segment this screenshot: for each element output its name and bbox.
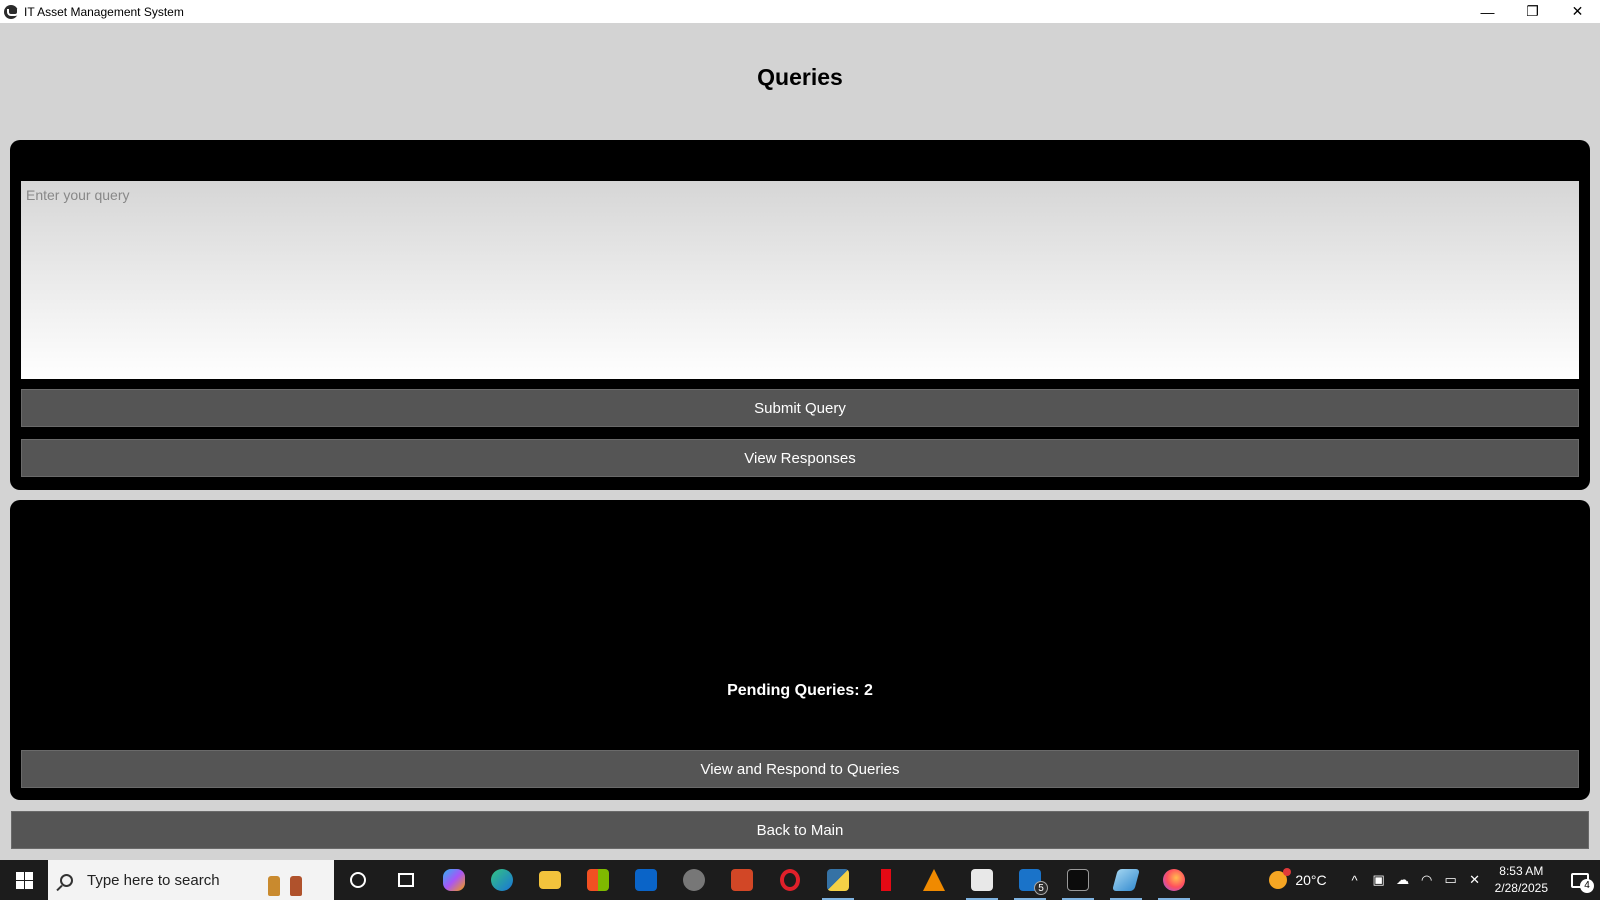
battery-icon[interactable]: ▭: [1439, 872, 1463, 888]
vlc-icon[interactable]: [910, 860, 958, 900]
back-to-main-button[interactable]: Back to Main: [11, 811, 1589, 849]
close-button[interactable]: ✕: [1555, 0, 1600, 23]
wifi-icon[interactable]: ◠: [1415, 872, 1439, 888]
page-title: Queries: [757, 64, 843, 90]
powerpoint-icon[interactable]: [718, 860, 766, 900]
maximize-button[interactable]: ❐: [1510, 0, 1555, 23]
cloud-icon[interactable]: ☁: [1391, 872, 1415, 888]
terminal-icon[interactable]: [1054, 860, 1102, 900]
mail-badge: 5: [1034, 881, 1048, 895]
opera-icon[interactable]: [766, 860, 814, 900]
cortana-icon[interactable]: [334, 860, 382, 900]
task-view-icon[interactable]: [382, 860, 430, 900]
netflix-icon[interactable]: [862, 860, 910, 900]
window-controls: — ❐ ✕: [1465, 0, 1600, 23]
edge-icon[interactable]: [478, 860, 526, 900]
volume-muted-icon[interactable]: ✕: [1463, 872, 1487, 888]
file-explorer-icon[interactable]: [526, 860, 574, 900]
clock-time: 8:53 AM: [1499, 864, 1544, 878]
clock-date: 2/28/2025: [1494, 881, 1548, 895]
pending-queries-panel: Pending Queries: 2 View and Respond to Q…: [10, 500, 1590, 800]
app-icon[interactable]: [670, 860, 718, 900]
query-panel: Submit Query View Responses: [10, 140, 1590, 490]
windows-logo-icon: [15, 871, 33, 889]
weather-temperature: 20°C: [1295, 872, 1327, 888]
weather-widget[interactable]: 20°C: [1269, 868, 1327, 889]
system-tray: 20°C ^ ▣ ☁ ◠ ▭ ✕ 8:53 AM 2/28/2025 4: [1269, 860, 1600, 900]
app2-icon[interactable]: [1102, 860, 1150, 900]
mail-icon[interactable]: 5: [1006, 860, 1054, 900]
window-title: IT Asset Management System: [24, 4, 184, 19]
notification-center-button[interactable]: 4: [1560, 860, 1600, 900]
search-placeholder: Type here to search: [87, 871, 220, 889]
store-icon[interactable]: [574, 860, 622, 900]
notification-count: 4: [1580, 879, 1594, 893]
start-button[interactable]: [0, 860, 48, 900]
taskbar-search[interactable]: Type here to search: [48, 860, 334, 900]
firefox-icon[interactable]: [1150, 860, 1198, 900]
search-icon: [60, 873, 73, 887]
taskbar: Type here to search 5 20°C ^ ▣ ☁ ◠ ▭ ✕ 8…: [0, 860, 1600, 900]
meet-icon[interactable]: ▣: [1367, 872, 1391, 888]
query-input[interactable]: [21, 181, 1579, 379]
view-responses-button[interactable]: View Responses: [21, 439, 1579, 477]
window-titlebar: IT Asset Management System — ❐ ✕: [0, 0, 1600, 23]
app-logo-icon: [4, 4, 19, 19]
clock[interactable]: 8:53 AM 2/28/2025: [1495, 863, 1548, 897]
lanterns-icon: [248, 870, 318, 900]
chevron-up-icon[interactable]: ^: [1343, 873, 1367, 888]
outlook-icon[interactable]: [622, 860, 670, 900]
weather-icon: [1269, 868, 1292, 889]
copilot-icon[interactable]: [430, 860, 478, 900]
python-icon[interactable]: [814, 860, 862, 900]
minimize-button[interactable]: —: [1465, 0, 1510, 23]
submit-query-button[interactable]: Submit Query: [21, 389, 1579, 427]
notepad-icon[interactable]: [958, 860, 1006, 900]
pending-queries-count: Pending Queries: 2: [727, 682, 873, 699]
view-respond-queries-button[interactable]: View and Respond to Queries: [21, 750, 1579, 788]
